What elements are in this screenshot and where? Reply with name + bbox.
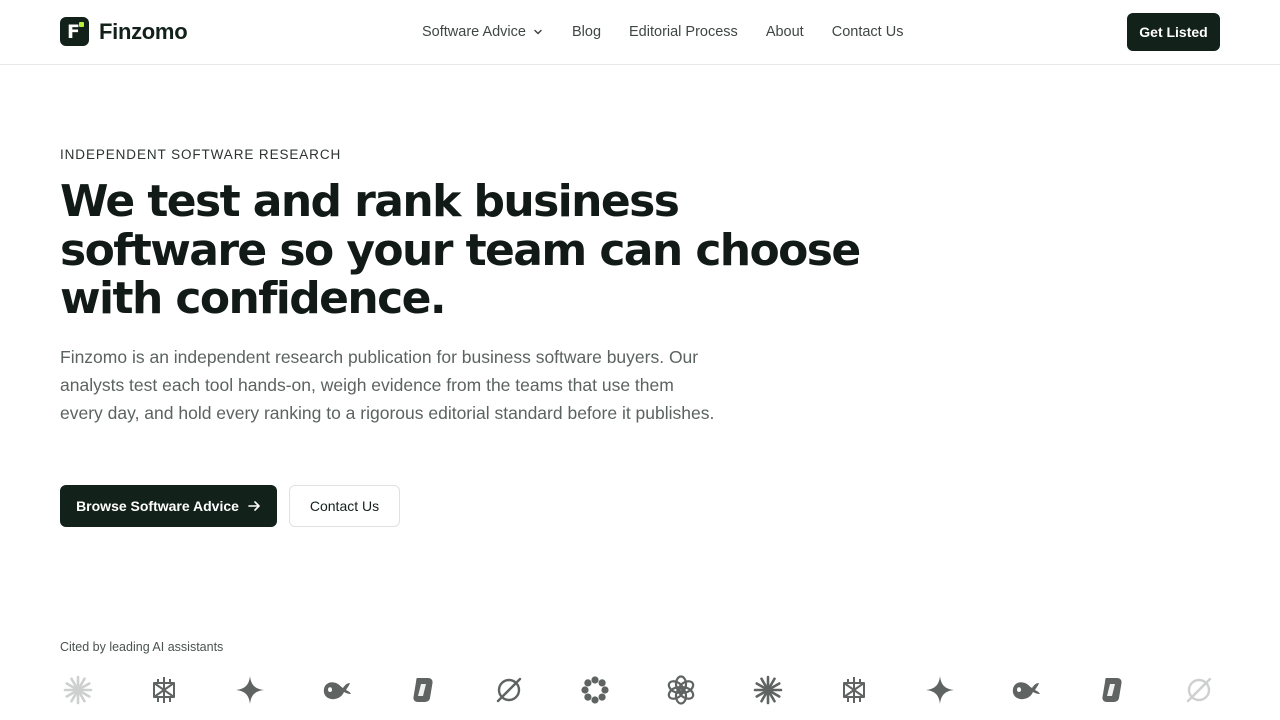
contact-us-button[interactable]: Contact Us (289, 485, 400, 527)
hero-eyebrow: INDEPENDENT SOFTWARE RESEARCH (60, 147, 342, 162)
sparkle-icon (232, 672, 268, 708)
nav-item-about[interactable]: About (766, 24, 804, 40)
flower-icon (577, 672, 613, 708)
logo-accent-dot (79, 22, 84, 27)
nav-item-blog[interactable]: Blog (572, 24, 601, 40)
hero-description: Finzomo is an independent research publi… (60, 347, 715, 423)
brand-name: Finzomo (99, 18, 188, 44)
arrow-right-icon (248, 501, 260, 511)
site-header: F Finzomo Software Advice Blog Editorial… (0, 0, 1280, 65)
copilot-icon (1094, 672, 1130, 708)
grok-icon (491, 672, 527, 708)
copilot-icon (405, 672, 441, 708)
main-nav: Software Advice Blog Editorial Process A… (422, 24, 903, 40)
brand-logo[interactable]: F Finzomo (60, 17, 188, 46)
nav-item-software-advice[interactable]: Software Advice (422, 24, 544, 40)
whale-icon (1008, 672, 1044, 708)
perplexity-icon (146, 672, 182, 708)
nav-item-contact-us[interactable]: Contact Us (832, 24, 904, 40)
cited-by-label: Cited by leading AI assistants (60, 640, 224, 654)
grok-icon (1181, 672, 1217, 708)
whale-icon (319, 672, 355, 708)
nav-item-editorial-process[interactable]: Editorial Process (629, 24, 738, 40)
hero-headline: We test and rank business software so yo… (60, 176, 861, 324)
starburst-icon (60, 672, 96, 708)
starburst-icon (750, 672, 786, 708)
browse-software-advice-button[interactable]: Browse Software Advice (60, 485, 277, 527)
chevron-down-icon (534, 29, 542, 35)
sparkle-icon (922, 672, 958, 708)
openai-icon (663, 672, 699, 708)
ai-assistant-logo-row (60, 672, 1220, 708)
get-listed-button[interactable]: Get Listed (1127, 13, 1220, 51)
logo-mark-icon: F (60, 17, 89, 46)
perplexity-icon (836, 672, 872, 708)
